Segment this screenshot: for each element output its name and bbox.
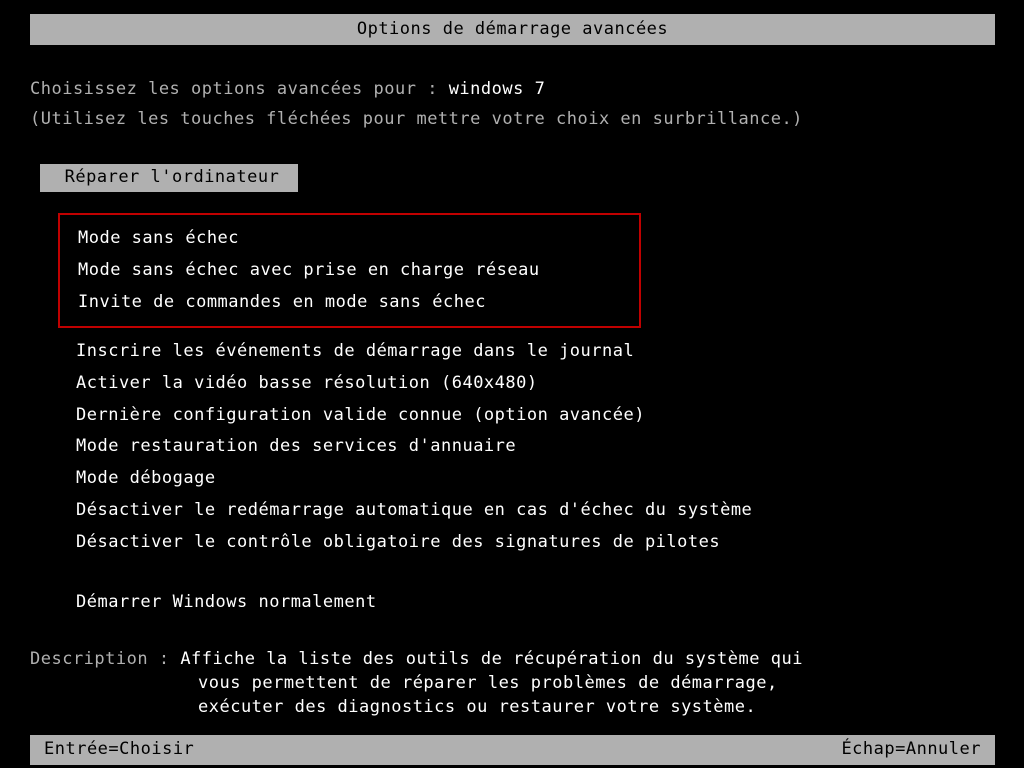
repair-label: Réparer l'ordinateur	[59, 167, 280, 187]
page-title: Options de démarrage avancées	[357, 19, 668, 39]
option-safe-mode-network[interactable]: Mode sans échec avec prise en charge rés…	[78, 255, 639, 287]
description-text-line1: Affiche la liste des outils de récupérat…	[180, 649, 803, 669]
prompt-prefix: Choisissez les options avancées pour :	[30, 79, 438, 99]
option-ds-restore[interactable]: Mode restauration des services d'annuair…	[76, 431, 752, 463]
option-safe-mode[interactable]: Mode sans échec	[78, 223, 639, 255]
arrow-keys-hint: (Utilisez les touches fléchées pour mett…	[30, 108, 803, 132]
option-debug-mode[interactable]: Mode débogage	[76, 463, 752, 495]
option-safe-mode-cmd[interactable]: Invite de commandes en mode sans échec	[78, 287, 639, 319]
choose-prompt: Choisissez les options avancées pour : w…	[30, 78, 545, 102]
option-boot-logging[interactable]: Inscrire les événements de démarrage dan…	[76, 336, 752, 368]
option-start-normally[interactable]: Démarrer Windows normalement	[76, 587, 377, 619]
advanced-options-group: Inscrire les événements de démarrage dan…	[76, 336, 752, 559]
normal-start-group: Démarrer Windows normalement	[76, 587, 377, 619]
repair-computer-option[interactable]: Réparer l'ordinateur	[40, 164, 298, 192]
description-block: Description : Affiche la liste des outil…	[30, 648, 803, 719]
title-bar: Options de démarrage avancées	[30, 14, 995, 45]
option-disable-driver-sig[interactable]: Désactiver le contrôle obligatoire des s…	[76, 527, 752, 559]
description-text-line2: vous permettent de réparer les problèmes…	[30, 672, 803, 696]
footer-bar: Entrée=Choisir Échap=Annuler	[30, 735, 995, 765]
description-text-line3: exécuter des diagnostics ou restaurer vo…	[30, 696, 803, 720]
description-label: Description :	[30, 649, 170, 669]
footer-escape-hint: Échap=Annuler	[841, 738, 981, 762]
footer-enter-hint: Entrée=Choisir	[44, 738, 194, 762]
option-low-res-video[interactable]: Activer la vidéo basse résolution (640x4…	[76, 368, 752, 400]
os-name: windows 7	[449, 79, 546, 99]
option-disable-auto-restart[interactable]: Désactiver le redémarrage automatique en…	[76, 495, 752, 527]
option-last-known-good[interactable]: Dernière configuration valide connue (op…	[76, 400, 752, 432]
safe-mode-group: Mode sans échec Mode sans échec avec pri…	[58, 213, 641, 328]
